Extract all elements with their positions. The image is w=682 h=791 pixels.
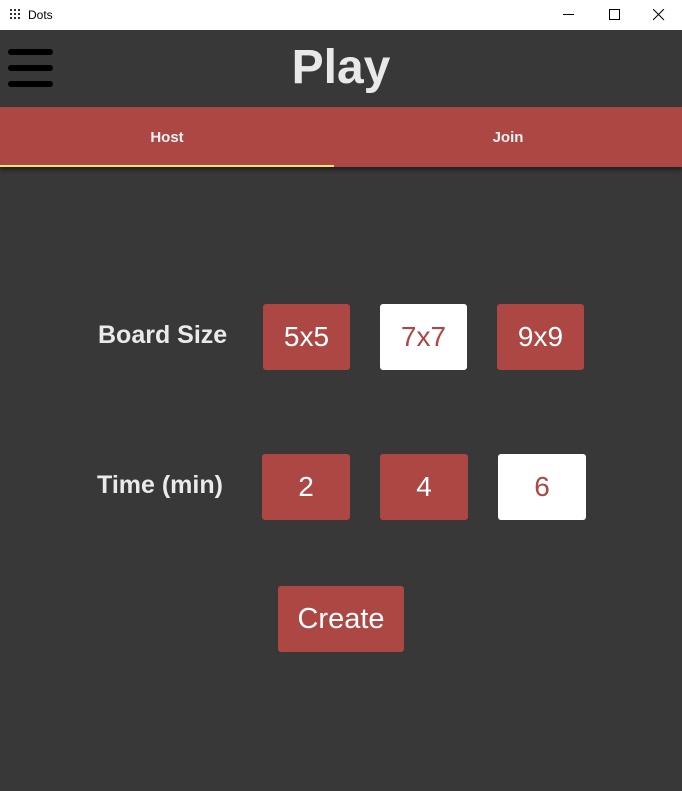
grid-dots-icon	[10, 9, 20, 19]
time-label: Time (min)	[97, 471, 223, 499]
close-button[interactable]	[636, 0, 682, 30]
board-size-option-5x5[interactable]: 5x5	[263, 304, 350, 370]
time-option-4[interactable]: 4	[380, 454, 468, 520]
tab-bar: Host Join	[0, 107, 682, 167]
board-size-option-7x7[interactable]: 7x7	[380, 304, 467, 370]
board-size-label: Board Size	[98, 321, 228, 349]
close-icon	[653, 9, 665, 21]
tab-join[interactable]: Join	[334, 107, 682, 167]
board-size-option-9x9[interactable]: 9x9	[497, 304, 584, 370]
window-title-bar: Dots	[0, 0, 682, 30]
minimize-button[interactable]	[546, 0, 592, 30]
time-option-2[interactable]: 2	[262, 454, 350, 520]
maximize-icon	[609, 9, 620, 20]
window-title: Dots	[28, 8, 53, 22]
create-button[interactable]: Create	[278, 586, 404, 652]
page-title: Play	[291, 41, 391, 94]
minimize-icon	[563, 14, 574, 15]
tab-selected-indicator	[0, 165, 334, 167]
time-option-6[interactable]: 6	[498, 454, 586, 520]
tab-host[interactable]: Host	[0, 107, 334, 167]
app-header: Play	[0, 30, 682, 107]
maximize-button[interactable]	[592, 0, 638, 30]
